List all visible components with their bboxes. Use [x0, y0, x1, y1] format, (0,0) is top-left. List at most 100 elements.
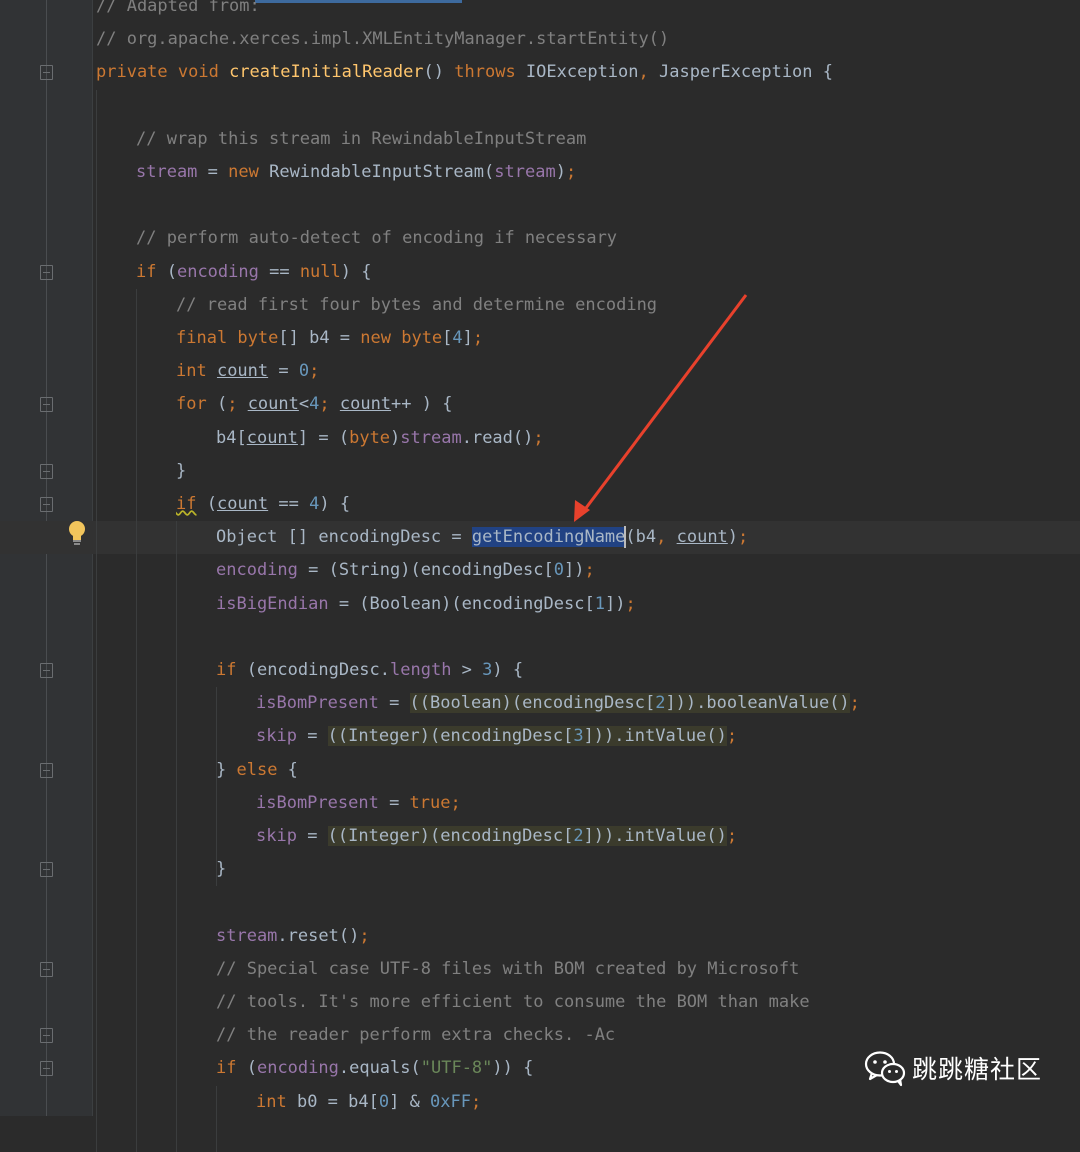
code-line[interactable]	[0, 189, 1080, 222]
code-line[interactable]: skip = ((Integer)(encodingDesc[2])).intV…	[0, 820, 1080, 853]
code-token: new	[228, 162, 270, 182]
code-token: count	[676, 527, 728, 547]
code-line-text: private void createInitialReader() throw…	[96, 56, 833, 89]
fold-icon[interactable]	[40, 663, 53, 678]
code-line[interactable]: // Special case UTF-8 files with BOM cre…	[0, 953, 1080, 986]
code-token: (	[166, 262, 177, 282]
code-token: )) {	[492, 1058, 534, 1078]
code-line[interactable]: stream.reset();	[0, 920, 1080, 953]
code-token: skip	[256, 726, 297, 746]
fold-icon[interactable]	[40, 862, 53, 877]
code-token: .equals(	[338, 1058, 421, 1078]
code-line[interactable]	[0, 886, 1080, 919]
code-line-text: if (encodingDesc.length > 3) {	[216, 654, 523, 687]
code-line[interactable]: for (; count<4; count++ ) {	[0, 388, 1080, 421]
code-line[interactable]: }	[0, 455, 1080, 488]
code-line[interactable]: // wrap this stream in RewindableInputSt…	[0, 123, 1080, 156]
fold-icon[interactable]	[40, 265, 53, 280]
code-token: ;	[726, 726, 738, 746]
code-token: // tools. It's more efficient to consume…	[216, 992, 810, 1012]
code-line[interactable]: int count = 0;	[0, 355, 1080, 388]
code-token: IOException	[525, 62, 639, 82]
code-line[interactable]: if (encoding == null) {	[0, 256, 1080, 289]
code-token: 4	[309, 394, 320, 414]
code-line[interactable]: }	[0, 853, 1080, 886]
code-line[interactable]: if (count == 4) {	[0, 488, 1080, 521]
code-token: Object [] encodingDesc =	[216, 527, 472, 547]
code-line[interactable]: // org.apache.xerces.impl.XMLEntityManag…	[0, 23, 1080, 56]
code-line[interactable]: // tools. It's more efficient to consume…	[0, 986, 1080, 1019]
code-token: ;	[450, 793, 461, 813]
code-line[interactable]: b4[count] = (byte)stream.read();	[0, 422, 1080, 455]
code-line[interactable]	[0, 621, 1080, 654]
code-line[interactable]: isBomPresent = ((Boolean)(encodingDesc[2…	[0, 687, 1080, 720]
code-line[interactable]: // Adapted from:	[0, 0, 1080, 23]
code-line[interactable]: } else {	[0, 754, 1080, 787]
fold-icon[interactable]	[40, 763, 53, 778]
fold-icon[interactable]	[40, 962, 53, 977]
code-token: = (Boolean)(encodingDesc[	[328, 594, 595, 614]
fold-icon[interactable]	[40, 65, 53, 80]
code-line[interactable]: // read first four bytes and determine e…	[0, 289, 1080, 322]
fold-icon[interactable]	[40, 497, 53, 512]
code-line[interactable]: if (encodingDesc.length > 3) {	[0, 654, 1080, 687]
code-token: =	[296, 726, 328, 746]
code-token: stream	[136, 162, 198, 182]
code-line[interactable]: stream = new RewindableInputStream(strea…	[0, 156, 1080, 189]
code-token: }	[176, 461, 187, 481]
code-line-text: if (encoding == null) {	[136, 256, 371, 289]
code-token: // read first four bytes and determine e…	[176, 295, 658, 315]
code-token: (encodingDesc.	[246, 660, 391, 680]
code-token: )	[390, 428, 401, 448]
fold-icon[interactable]	[40, 1061, 53, 1076]
code-token: int	[256, 1092, 297, 1112]
code-line[interactable]: isBomPresent = true;	[0, 787, 1080, 820]
code-token: skip	[256, 826, 297, 846]
code-token: }	[216, 760, 237, 780]
code-token: ==	[258, 262, 300, 282]
code-line-text: // perform auto-detect of encoding if ne…	[136, 222, 617, 255]
code-token: 1	[594, 594, 605, 614]
code-line-text: // wrap this stream in RewindableInputSt…	[136, 123, 586, 156]
code-token: 4	[452, 328, 463, 348]
code-line-text: // read first four bytes and determine e…	[176, 289, 657, 322]
code-token: isBigEndian	[216, 594, 329, 614]
code-token: isBomPresent	[256, 793, 379, 813]
code-line-text: }	[176, 455, 186, 488]
code-token: count	[246, 428, 298, 448]
code-token: encoding	[176, 262, 259, 282]
indent-guide	[216, 687, 217, 787]
code-token: isBomPresent	[256, 693, 379, 713]
code-token: "UTF-8"	[420, 1058, 493, 1078]
code-line[interactable]: int b0 = b4[0] & 0xFF;	[0, 1086, 1080, 1119]
code-line[interactable]: final byte[] b4 = new byte[4];	[0, 322, 1080, 355]
code-token: b0 = b4[	[296, 1092, 379, 1112]
wechat-icon	[864, 1051, 906, 1087]
fold-icon[interactable]	[40, 464, 53, 479]
code-token: <	[298, 394, 310, 414]
code-line-current[interactable]: Object [] encodingDesc = getEncodingName…	[0, 521, 1080, 554]
code-line[interactable]: // perform auto-detect of encoding if ne…	[0, 222, 1080, 255]
code-editor[interactable]: // Adapted from: // org.apache.xerces.imp…	[0, 0, 1080, 1152]
fold-icon[interactable]	[40, 397, 53, 412]
code-token: ;	[533, 428, 544, 448]
fold-icon[interactable]	[40, 1028, 53, 1043]
code-line-text: } else {	[216, 754, 298, 787]
lightbulb-icon[interactable]	[66, 519, 88, 547]
code-line[interactable]: encoding = (String)(encodingDesc[0]);	[0, 554, 1080, 587]
code-token: null	[299, 262, 341, 282]
code-line[interactable]: isBigEndian = (Boolean)(encodingDesc[1])…	[0, 588, 1080, 621]
code-line[interactable]: private void createInitialReader() throw…	[0, 56, 1080, 89]
code-token: ] = (	[297, 428, 350, 448]
code-line[interactable]	[0, 90, 1080, 123]
code-token: 0xFF	[430, 1092, 471, 1112]
code-token: ;	[565, 162, 577, 182]
code-token: if	[216, 1058, 247, 1078]
code-line-text: isBigEndian = (Boolean)(encodingDesc[1])…	[216, 588, 636, 621]
code-token: ==	[268, 494, 310, 514]
code-line-text: // tools. It's more efficient to consume…	[216, 986, 810, 1019]
code-line-text: skip = ((Integer)(encodingDesc[2])).intV…	[256, 820, 737, 853]
code-token: // Special case UTF-8 files with BOM cre…	[216, 959, 800, 979]
code-line[interactable]: skip = ((Integer)(encodingDesc[3])).intV…	[0, 720, 1080, 753]
code-token: ;	[584, 560, 595, 580]
